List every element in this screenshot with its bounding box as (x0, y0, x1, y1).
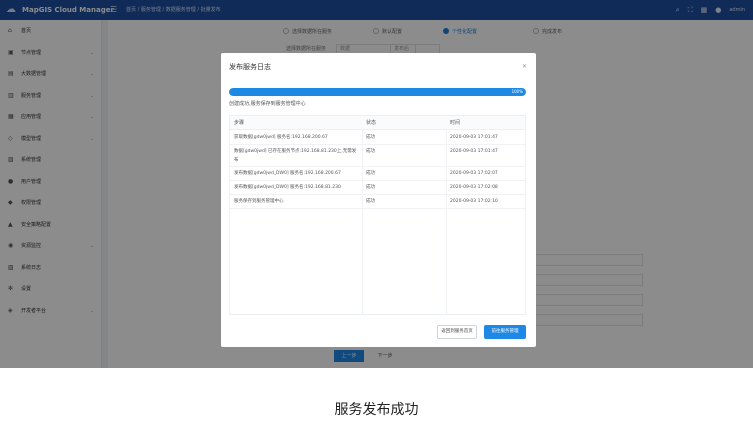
progress-fill (229, 88, 526, 96)
back-to-services-button[interactable]: 返回到服务首页 (437, 325, 477, 339)
table-row: 服务保存到服务管理中心 成功 2020-09-03 17:02:10 (230, 195, 525, 209)
table-row: 数据[gdw0jwd] 已存在服务节点:192.168.81.230上,无需发布… (230, 145, 525, 167)
time-cell: 2020-09-03 17:01:47 (450, 149, 498, 154)
table-row: 发布数据[gdw0jwd_DW0] 服务名:192.168.81.230 成功 20… (230, 181, 525, 195)
header-time: 时间 (450, 120, 461, 126)
screenshot-area: ☁ MapGIS Cloud Manager ☰ 首页 / 服务管理 / 数据服… (0, 0, 753, 368)
step-cell: 数据[gdw0jwd] 已存在服务节点:192.168.81.230上,无需发布 (234, 149, 357, 163)
table-row: 发布数据[gdw0jwd_DW0] 服务名:192.168.200.67 成功 20… (230, 167, 525, 181)
step-cell: 服务保存到服务管理中心 (234, 199, 284, 204)
table-header: 步骤 状态 时间 (230, 116, 525, 130)
header-step: 步骤 (234, 120, 245, 126)
progress-percent: 100% (511, 89, 523, 94)
progress-status-text: 创建成功,服务保存到服务管理中心 (229, 101, 306, 107)
status-cell: 成功 (366, 185, 375, 190)
status-cell: 成功 (366, 135, 375, 140)
status-cell: 成功 (366, 149, 375, 154)
dialog-title: 发布服务日志 (229, 63, 271, 71)
caption: 服务发布成功 (334, 402, 419, 418)
step-cell: 获取数据[gdw0jwd] 服务名:192.168.200.67 (234, 135, 328, 140)
step-cell: 发布数据[gdw0jwd_DW0] 服务名:192.168.81.230 (234, 185, 341, 190)
time-cell: 2020-09-03 17:02:08 (450, 185, 498, 190)
publish-log-dialog: 发布服务日志 ✕ 100% 创建成功,服务保存到服务管理中心 步骤 状态 时间 … (221, 53, 536, 347)
table-row: 获取数据[gdw0jwd] 服务名:192.168.200.67 成功 2020-0… (230, 131, 525, 145)
go-to-service-management-button[interactable]: 前往服务管理 (484, 325, 526, 339)
status-cell: 成功 (366, 199, 375, 204)
close-icon[interactable]: ✕ (522, 61, 527, 73)
step-cell: 发布数据[gdw0jwd_DW0] 服务名:192.168.200.67 (234, 171, 341, 176)
log-table: 步骤 状态 时间 获取数据[gdw0jwd] 服务名:192.168.200.6… (229, 115, 526, 315)
header-status: 状态 (366, 120, 377, 126)
progress-bar: 100% (229, 88, 526, 96)
time-cell: 2020-09-03 17:01:47 (450, 135, 498, 140)
time-cell: 2020-09-03 17:02:07 (450, 171, 498, 176)
status-cell: 成功 (366, 171, 375, 176)
time-cell: 2020-09-03 17:02:10 (450, 199, 498, 204)
